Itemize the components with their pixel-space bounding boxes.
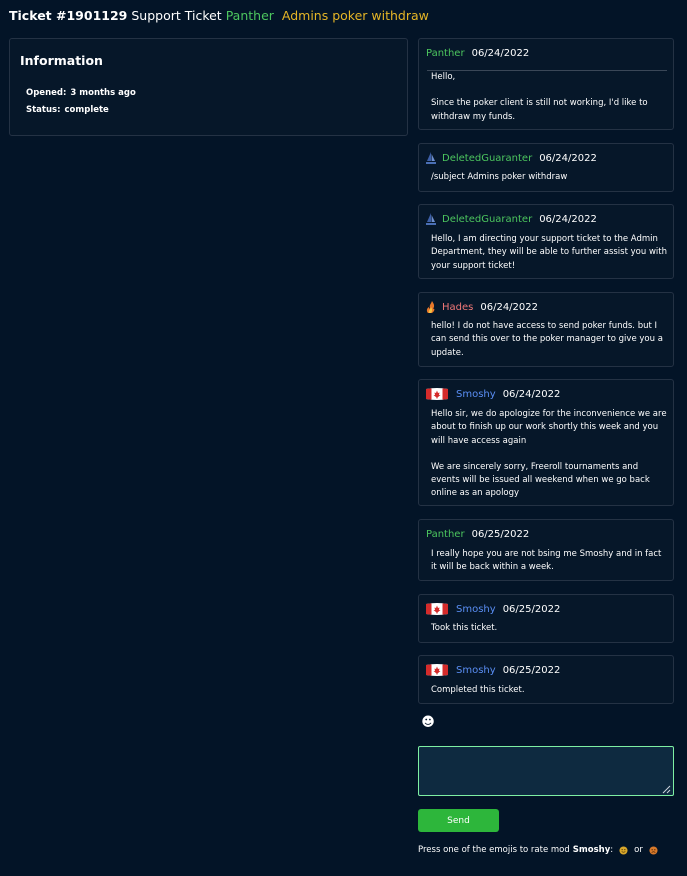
message-body: Hello, I am directing your support ticke… xyxy=(431,233,667,273)
angry-emoji-icon[interactable] xyxy=(649,845,658,855)
message-date: 06/25/2022 xyxy=(502,603,561,615)
message-date: 06/24/2022 xyxy=(502,388,561,400)
message-card: Smoshy 06/25/2022 Took this ticket. xyxy=(418,594,674,643)
message-author[interactable]: Panther xyxy=(426,48,465,59)
resize-grip-icon[interactable] xyxy=(662,785,671,794)
message-paragraph: I really hope you are not bsing me Smosh… xyxy=(431,549,662,573)
emoji-picker-button[interactable]: ☻ xyxy=(421,716,435,730)
message-paragraph: /subject Admins poker withdraw xyxy=(431,172,568,182)
canada-flag-icon xyxy=(426,664,448,676)
message-body: /subject Admins poker withdraw xyxy=(431,171,667,184)
status-value: complete xyxy=(64,105,109,115)
message-paragraph: Took this ticket. xyxy=(431,623,498,633)
message-card: Smoshy 06/24/2022 Hello sir, we do apolo… xyxy=(418,379,674,506)
ticket-kind: Support Ticket xyxy=(131,8,222,23)
message-body: I really hope you are not bsing me Smosh… xyxy=(431,548,667,575)
message-paragraph: We are sincerely sorry, Freeroll tournam… xyxy=(431,461,650,499)
message-paragraph: hello! I do not have access to send poke… xyxy=(431,321,663,358)
message-card: Panther 06/24/2022 Hello, Since the poke… xyxy=(418,38,674,130)
message-author[interactable]: Smoshy xyxy=(456,665,496,676)
message-date: 06/24/2022 xyxy=(539,152,597,164)
message-card: Panther 06/25/2022 I really hope you are… xyxy=(418,519,674,581)
ticket-subject: Admins poker withdraw xyxy=(281,8,429,23)
message-card: Smoshy 06/25/2022 Completed this ticket. xyxy=(418,655,674,704)
flame-icon xyxy=(426,301,435,313)
message-header: Panther 06/25/2022 xyxy=(426,528,529,540)
message-body: Took this ticket. xyxy=(431,622,667,635)
message-body: Hello sir, we do apologize for the incon… xyxy=(431,408,667,501)
rating-prompt: Press one of the emojis to rate mod Smos… xyxy=(418,845,664,855)
message-date: 06/25/2022 xyxy=(471,528,530,540)
message-header: Hades 06/24/2022 xyxy=(426,301,538,313)
ship-icon xyxy=(426,213,436,225)
message-header: DeletedGuaranter 06/24/2022 xyxy=(426,152,597,164)
message-author[interactable]: DeletedGuaranter xyxy=(442,153,532,164)
page-title: Ticket #1901129 Support Ticket Panther A… xyxy=(9,8,429,23)
message-paragraph: Hello, xyxy=(431,72,456,82)
message-header: Smoshy 06/24/2022 xyxy=(426,388,560,400)
message-card: DeletedGuaranter 06/24/2022 Hello, I am … xyxy=(418,204,674,279)
message-date: 06/24/2022 xyxy=(480,301,538,313)
message-body: Completed this ticket. xyxy=(431,684,667,697)
status-label: Status: xyxy=(26,105,61,115)
message-author[interactable]: Smoshy xyxy=(456,604,496,615)
canada-flag-icon xyxy=(426,603,448,615)
ticket-number: Ticket #1901129 xyxy=(9,8,128,23)
opened-value: 3 months ago xyxy=(70,88,136,98)
status-row: Status: complete xyxy=(26,105,109,115)
message-date: 06/24/2022 xyxy=(471,47,530,59)
opened-label: Opened: xyxy=(26,88,67,98)
rating-colon: : xyxy=(610,845,614,855)
message-date: 06/25/2022 xyxy=(502,664,561,676)
message-author[interactable]: Panther xyxy=(426,529,465,540)
canada-flag-icon xyxy=(426,388,448,400)
information-card: Information Opened: 3 months ago Status: c… xyxy=(9,38,408,136)
information-heading: Information xyxy=(20,53,103,68)
message-date: 06/24/2022 xyxy=(539,213,597,225)
message-card: Hades 06/24/2022 hello! I do not have ac… xyxy=(418,292,674,367)
message-author[interactable]: Hades xyxy=(442,302,473,313)
rating-mod-name: Smoshy xyxy=(572,845,611,855)
message-body: hello! I do not have access to send poke… xyxy=(431,320,667,360)
rating-or: or xyxy=(634,845,643,855)
ticket-user[interactable]: Panther xyxy=(226,8,274,23)
message-header: Smoshy 06/25/2022 xyxy=(426,664,560,676)
message-paragraph: Hello sir, we do apologize for the incon… xyxy=(431,409,667,446)
message-header: Smoshy 06/25/2022 xyxy=(426,603,560,615)
message-paragraph: Completed this ticket. xyxy=(431,685,525,695)
happy-emoji-icon[interactable] xyxy=(619,845,628,855)
message-author[interactable]: DeletedGuaranter xyxy=(442,214,532,225)
ship-icon xyxy=(426,152,436,164)
message-card: DeletedGuaranter 06/24/2022 /subject Adm… xyxy=(418,143,674,192)
message-header: DeletedGuaranter 06/24/2022 xyxy=(426,213,597,225)
message-author[interactable]: Smoshy xyxy=(456,389,496,400)
message-paragraph: Since the poker client is still not work… xyxy=(431,98,648,122)
opened-row: Opened: 3 months ago xyxy=(26,88,136,98)
reply-input[interactable] xyxy=(418,746,674,796)
rating-text: Press one of the emojis to rate mod xyxy=(418,845,570,855)
message-paragraph: Hello, I am directing your support ticke… xyxy=(431,234,667,271)
message-header: Panther 06/24/2022 xyxy=(426,47,529,59)
send-button[interactable]: Send xyxy=(418,809,499,832)
message-body: Hello, Since the poker client is still n… xyxy=(431,71,667,124)
